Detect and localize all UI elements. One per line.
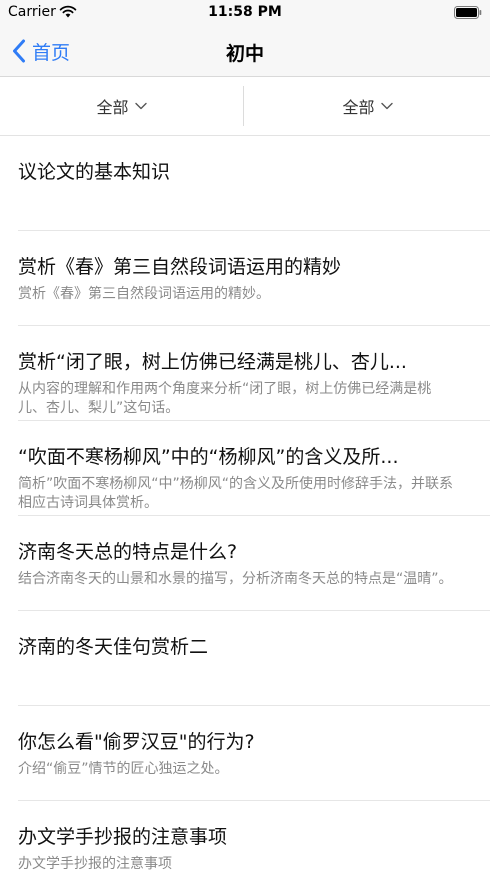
screen: Carrier 11:58 PM 首页 初中 全部 全部 议论文的基本知识 赏析… xyxy=(0,0,490,876)
article-title: 赏析《春》第三自然段词语运用的精妙 xyxy=(18,256,342,278)
filter-label: 全部 xyxy=(342,98,375,117)
list-item[interactable]: 济南冬天总的特点是什么? 结合济南冬天的山景和水景的描写，分析济南冬天总的特点是… xyxy=(0,516,490,611)
article-title: 济南冬天总的特点是什么? xyxy=(18,541,238,563)
list-item[interactable]: 济南的冬天佳句赏析二 xyxy=(0,611,490,706)
page-title: 初中 xyxy=(225,43,264,65)
list-item[interactable]: 办文学手抄报的注意事项 办文学手抄报的注意事项 xyxy=(0,801,490,876)
article-summary: 赏析《春》第三自然段词语运用的精妙。 xyxy=(18,286,270,302)
article-title: 济南的冬天佳句赏析二 xyxy=(18,636,209,658)
article-summary: 简析”吹面不寒杨柳风“中”杨柳风“的含义及所使用时修辞手法，并联系相应古诗词具体… xyxy=(18,476,454,511)
list-item[interactable]: 你怎么看"偷罗汉豆"的行为? 介绍“偷豆”情节的匠心独运之处。 xyxy=(0,706,490,801)
article-title: 议论文的基本知识 xyxy=(18,161,171,183)
list-item[interactable]: 议论文的基本知识 xyxy=(0,136,490,231)
list-item[interactable]: 赏析“闭了眼，树上仿佛已经满是桃儿、杏儿... 从内容的理解和作用两个角度来分析… xyxy=(0,326,490,421)
article-summary: 介绍“偷豆”情节的匠心独运之处。 xyxy=(18,761,229,777)
chevron-down-icon xyxy=(134,102,147,110)
article-title: 赏析“闭了眼，树上仿佛已经满是桃儿、杏儿... xyxy=(18,351,407,373)
navigation-bar: 首页 初中 xyxy=(0,26,490,77)
status-time: 11:58 PM xyxy=(208,4,282,20)
filter-dropdown-right[interactable]: 全部 xyxy=(245,77,490,135)
battery-icon xyxy=(454,6,482,19)
article-summary: 结合济南冬天的山景和水景的描写，分析济南冬天总的特点是“温晴”。 xyxy=(18,571,453,587)
list-item[interactable]: “吹面不寒杨柳风”中的“杨柳风”的含义及所... 简析”吹面不寒杨柳风“中”杨柳… xyxy=(0,421,490,516)
chevron-down-icon xyxy=(380,102,393,110)
article-summary: 办文学手抄报的注意事项 xyxy=(18,856,172,872)
article-title: 你怎么看"偷罗汉豆"的行为? xyxy=(18,731,255,753)
article-title: “吹面不寒杨柳风”中的“杨柳风”的含义及所... xyxy=(18,446,399,468)
article-title: 办文学手抄报的注意事项 xyxy=(18,826,228,848)
article-summary: 从内容的理解和作用两个角度来分析“闭了眼，树上仿佛已经满是桃儿、杏儿、梨儿”这句… xyxy=(18,381,432,416)
filter-bar: 全部 全部 xyxy=(0,77,490,136)
filter-dropdown-left[interactable]: 全部 xyxy=(0,77,243,135)
filter-divider xyxy=(243,86,244,126)
article-list: 议论文的基本知识 赏析《春》第三自然段词语运用的精妙 赏析《春》第三自然段词语运… xyxy=(0,136,490,876)
filter-label: 全部 xyxy=(96,98,129,117)
list-item[interactable]: 赏析《春》第三自然段词语运用的精妙 赏析《春》第三自然段词语运用的精妙。 xyxy=(0,231,490,326)
status-bar: Carrier 11:58 PM xyxy=(0,0,490,26)
